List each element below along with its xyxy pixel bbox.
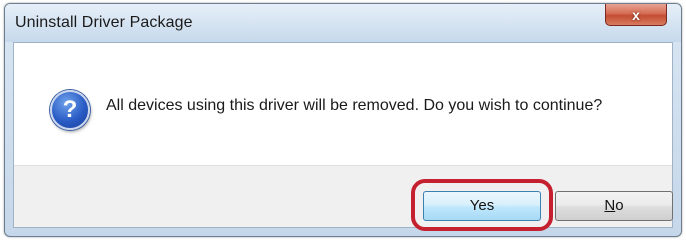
no-button[interactable]: No: [555, 191, 673, 221]
uninstall-driver-dialog: Uninstall Driver Package x ? All devices…: [4, 3, 682, 237]
dialog-content: ? All devices using this driver will be …: [13, 42, 673, 231]
yes-button[interactable]: Yes: [423, 191, 541, 221]
window-title: Uninstall Driver Package: [15, 14, 193, 31]
question-icon: ?: [50, 90, 90, 130]
close-button[interactable]: x: [605, 4, 667, 26]
title-bar[interactable]: Uninstall Driver Package x: [5, 4, 681, 42]
message-area: ? All devices using this driver will be …: [14, 43, 672, 165]
no-button-label-rest: o: [615, 197, 624, 214]
button-area: Yes No: [14, 165, 673, 231]
yes-button-label: Yes: [469, 197, 495, 214]
no-button-mnemonic: N: [604, 197, 616, 214]
message-text: All devices using this driver will be re…: [106, 97, 603, 114]
close-icon: x: [632, 7, 640, 23]
